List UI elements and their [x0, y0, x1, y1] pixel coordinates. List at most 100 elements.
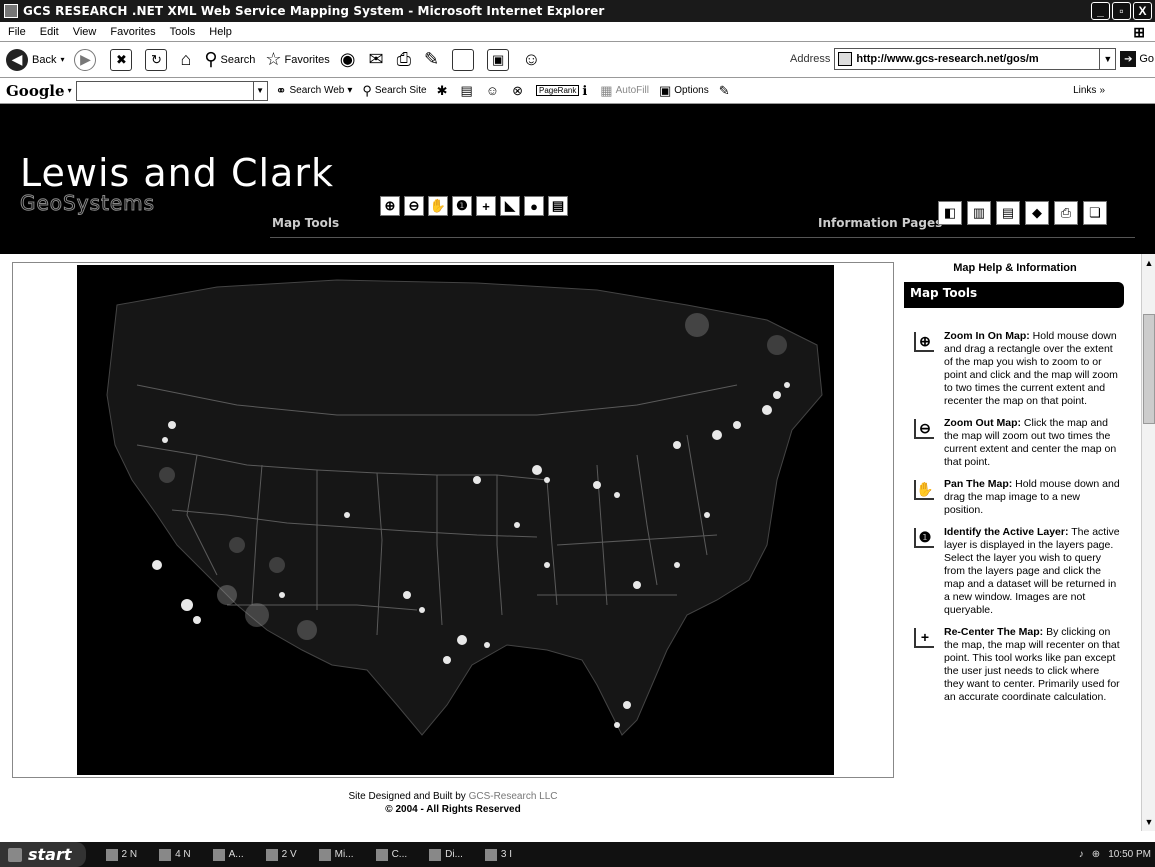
autofill-button[interactable]: ▦ AutoFill [600, 83, 649, 99]
menu-tools[interactable]: Tools [170, 26, 196, 38]
task-icon [265, 848, 278, 861]
task-icon [375, 848, 388, 861]
refresh-button[interactable]: ↻ [145, 48, 170, 71]
map-tools-label: Map Tools [272, 216, 340, 230]
discuss-button[interactable] [452, 48, 477, 71]
menu-help[interactable]: Help [209, 26, 232, 38]
search-site-icon: ⚲ [362, 82, 372, 98]
news-button[interactable]: ✱ [437, 83, 451, 99]
back-arrow-icon: ◀ [6, 48, 28, 71]
messenger-icon: ☺ [522, 49, 541, 69]
taskbar-item[interactable]: Di... [429, 848, 463, 861]
taskbar-item[interactable]: Mi... [318, 848, 354, 861]
popup-blocker-button[interactable]: ▤ [461, 83, 476, 99]
task-label: 2 N [121, 849, 138, 860]
help-item-title: Zoom In On Map: [944, 330, 1030, 342]
research-button[interactable]: ▣ [487, 48, 512, 71]
clock[interactable]: 10:50 PM [1108, 849, 1151, 860]
highlight-button[interactable]: ✎ [719, 83, 733, 99]
address-input[interactable]: http://www.gcs-research.net/gos/m [834, 48, 1101, 70]
search-button[interactable]: ⚲ Search [204, 49, 255, 70]
taskbar-item[interactable]: 4 N [159, 848, 191, 861]
forward-button[interactable]: ▶ [74, 48, 100, 71]
print-button[interactable]: ⎙ [397, 49, 414, 70]
start-button[interactable]: start [0, 842, 86, 867]
favorites-button[interactable]: ☆ Favorites [265, 49, 329, 70]
menu-edit[interactable]: Edit [40, 26, 59, 38]
options-button[interactable]: ▣ Options [659, 83, 709, 99]
scroll-thumb[interactable] [1143, 314, 1155, 424]
pan-tool-icon[interactable]: ✋ [428, 196, 448, 216]
stop-button[interactable]: ✖ [110, 48, 135, 71]
help-tab-map-tools[interactable]: Map Tools [904, 282, 1124, 308]
recenter-tool-icon[interactable]: + [476, 196, 496, 216]
identify-tool-icon[interactable]: ❶ [452, 196, 472, 216]
smiley-button[interactable]: ☺ [486, 83, 502, 98]
task-label: Mi... [334, 849, 354, 860]
forward-arrow-icon: ▶ [74, 48, 97, 71]
taskbar-item[interactable]: 2 V [265, 848, 297, 861]
task-label: 4 N [175, 849, 191, 860]
layers-page-icon[interactable]: ◧ [938, 201, 962, 225]
start-label: start [28, 845, 72, 864]
search-web-button[interactable]: ⚭ Search Web ▾ [276, 83, 353, 99]
task-icon [318, 848, 331, 861]
star-icon: ☆ [265, 49, 282, 69]
maximize-button[interactable]: ▫ [1112, 2, 1131, 20]
zoom-in-tool-icon[interactable]: ⊕ [380, 196, 400, 216]
overview-page-icon[interactable]: ◆ [1025, 201, 1049, 225]
scale-tool-icon[interactable]: ▤ [548, 196, 568, 216]
google-search-dropdown[interactable]: ▼ [253, 80, 268, 101]
site-footer: Site Designed and Built by GCS-Research … [12, 790, 894, 816]
search-web-dropdown-icon: ▾ [347, 85, 353, 96]
help-item: ❶ Identify the Active Layer: The active … [914, 526, 1120, 617]
task-label: 2 V [281, 849, 297, 860]
go-button[interactable]: ➔ Go [1120, 51, 1154, 67]
mail-button[interactable]: ✉ [369, 49, 387, 70]
edit-button[interactable]: ✎ [424, 49, 442, 70]
zoom-out-tool-icon[interactable]: ⊖ [404, 196, 424, 216]
select-tool-icon[interactable]: ◣ [500, 196, 520, 216]
legend-page-icon[interactable]: ▥ [967, 201, 991, 225]
help-page-icon[interactable]: ❏ [1083, 201, 1107, 225]
footer-company-link[interactable]: GCS-Research LLC [469, 791, 558, 802]
scroll-up-icon[interactable]: ▲ [1142, 256, 1155, 270]
scroll-down-icon[interactable]: ▼ [1142, 815, 1155, 829]
google-search-input[interactable] [75, 80, 254, 101]
address-dropdown[interactable]: ▼ [1100, 48, 1117, 70]
back-button[interactable]: ◀ Back ▾ [6, 48, 64, 71]
google-menu-icon[interactable]: ▾ [68, 86, 72, 95]
taskbar-item[interactable]: C... [375, 848, 407, 861]
help-item-title: Identify the Active Layer: [944, 526, 1069, 538]
search-site-button[interactable]: ⚲ Search Site [362, 83, 426, 99]
print-page-icon[interactable]: ⎙ [1054, 201, 1078, 225]
popup-icon: ▤ [460, 82, 473, 98]
map-frame [12, 262, 894, 778]
media-button[interactable]: ◉ [340, 49, 359, 70]
back-label: Back [32, 53, 57, 66]
menu-file[interactable]: File [8, 26, 26, 38]
map-image[interactable] [77, 265, 834, 775]
help-item-title: Re-Center The Map: [944, 626, 1044, 638]
home-button[interactable]: ⌂ [180, 49, 194, 70]
page-icon [838, 52, 853, 66]
menu-favorites[interactable]: Favorites [110, 26, 155, 38]
messenger-button[interactable]: ☺ [522, 49, 543, 70]
taskbar-item[interactable]: A... [212, 848, 244, 861]
data-page-icon[interactable]: ▤ [996, 201, 1020, 225]
close-button[interactable]: X [1133, 2, 1152, 20]
blocked-button[interactable]: ⊗ [512, 83, 526, 99]
window-title: GCS RESEARCH .NET XML Web Service Mappin… [23, 4, 605, 18]
taskbar-item[interactable]: 2 N [105, 848, 138, 861]
google-logo[interactable]: Google [6, 82, 65, 100]
pagerank-indicator[interactable]: PageRank ℹ [535, 83, 590, 99]
network-icon[interactable]: ⊕ [1092, 849, 1100, 860]
help-item: + Re-Center The Map: By clicking on the … [914, 626, 1120, 704]
globe-tool-icon[interactable]: ● [524, 196, 544, 216]
menu-view[interactable]: View [73, 26, 97, 38]
taskbar-item[interactable]: 3 I [484, 848, 512, 861]
minimize-button[interactable]: _ [1091, 2, 1110, 20]
links-button[interactable]: Links » [1073, 85, 1105, 96]
volume-icon[interactable]: ♪ [1079, 849, 1084, 860]
help-scrollbar[interactable]: ▲ ▼ [1141, 254, 1155, 831]
